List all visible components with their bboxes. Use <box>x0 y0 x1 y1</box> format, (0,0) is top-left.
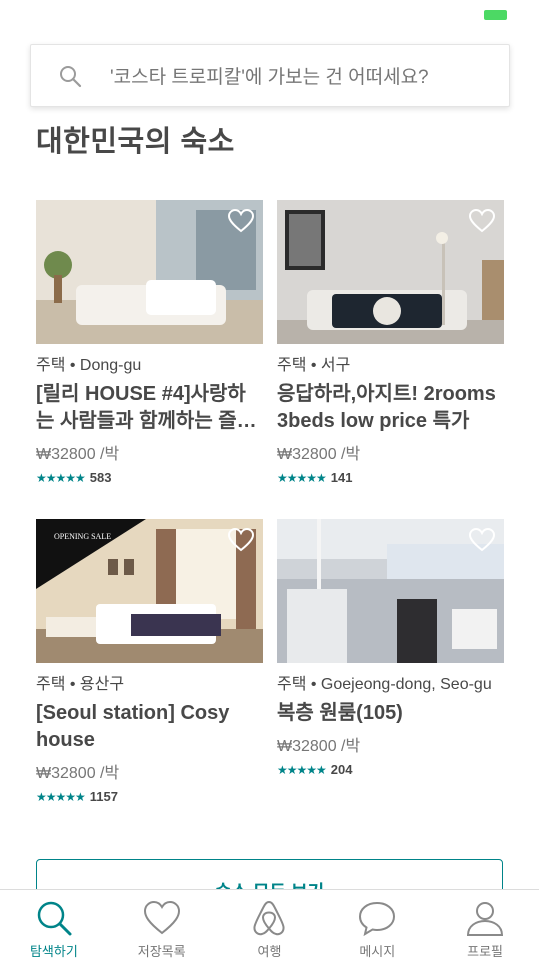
review-count: 583 <box>89 470 112 485</box>
listing-rating: ★★★★★ 1157 <box>36 789 263 804</box>
tab-explore[interactable]: 탐색하기 <box>0 890 108 960</box>
listing-name[interactable]: 응답하라,아지트! 2rooms 3beds low price 특가 <box>277 381 504 435</box>
heart-icon <box>143 900 180 935</box>
tab-trips[interactable]: 여행 <box>216 890 324 960</box>
listing-name[interactable]: 복층 원룸(105) <box>277 700 504 727</box>
tab-saved[interactable]: 저장목록 <box>108 890 216 960</box>
listing-meta: 주택 • 용산구 <box>36 676 125 693</box>
tab-label: 저장목록 <box>137 944 186 959</box>
heart-icon[interactable] <box>469 528 495 552</box>
listing-name[interactable]: [릴리 HOUSE #4]사랑하는 사람들과 함께하는 즐… <box>36 381 263 435</box>
listing-card[interactable]: OPENING SALE 주택 • 용산구 [Seoul station] Co… <box>36 519 263 804</box>
listing-name[interactable]: [Seoul station] Cosy house <box>36 700 263 754</box>
tab-label: 메시지 <box>359 944 396 959</box>
star-rating-icon: ★★★★★ <box>277 762 327 777</box>
bottom-tab-bar: 탐색하기 저장목록 여행 메시지 프로필 <box>0 889 539 960</box>
search-icon <box>60 65 82 87</box>
tab-label: 프로필 <box>467 944 504 959</box>
listing-card[interactable]: 주택 • Goejeong-dong, Seo-gu 복층 원룸(105) ₩3… <box>277 519 504 777</box>
listing-photo[interactable] <box>277 200 504 344</box>
review-count: 204 <box>330 762 353 777</box>
listing-photo[interactable] <box>277 519 504 663</box>
listing-card[interactable]: 주택 • 서구 응답하라,아지트! 2rooms 3beds low price… <box>277 200 504 485</box>
search-icon <box>37 901 72 936</box>
search-placeholder: '코스타 트로피칼'에 가보는 건 어떠세요? <box>110 67 429 88</box>
listing-rating: ★★★★★ 141 <box>277 470 504 485</box>
heart-icon[interactable] <box>228 209 254 233</box>
listing-price: ₩32800 /박 <box>277 446 361 463</box>
tab-profile[interactable]: 프로필 <box>431 890 539 960</box>
star-rating-icon: ★★★★★ <box>277 470 327 485</box>
listing-rating: ★★★★★ 204 <box>277 762 504 777</box>
listing-meta: 주택 • Dong-gu <box>36 357 142 374</box>
heart-icon[interactable] <box>228 528 254 552</box>
review-count: 141 <box>330 470 353 485</box>
listing-meta: 주택 • 서구 <box>277 357 351 374</box>
star-rating-icon: ★★★★★ <box>36 470 86 485</box>
photo-badge: OPENING SALE <box>54 532 112 541</box>
tab-label: 탐색하기 <box>29 944 78 959</box>
listing-rating: ★★★★★ 583 <box>36 470 263 485</box>
battery-indicator <box>484 10 507 20</box>
section-title: 대한민국의 숙소 <box>36 126 235 158</box>
listing-price: ₩32800 /박 <box>277 738 361 755</box>
airbnb-logo-icon <box>253 900 285 936</box>
tab-messages[interactable]: 메시지 <box>323 890 431 960</box>
listing-price: ₩32800 /박 <box>36 765 120 782</box>
profile-icon <box>467 902 504 936</box>
listing-photo[interactable]: OPENING SALE <box>36 519 263 663</box>
message-icon <box>359 901 396 937</box>
listing-meta: 주택 • Goejeong-dong, Seo-gu <box>277 676 492 693</box>
listing-price: ₩32800 /박 <box>36 446 120 463</box>
listing-photo[interactable] <box>36 200 263 344</box>
tab-label: 여행 <box>257 944 282 959</box>
heart-icon[interactable] <box>469 209 495 233</box>
listing-card[interactable]: 주택 • Dong-gu [릴리 HOUSE #4]사랑하는 사람들과 함께하는… <box>36 200 263 485</box>
review-count: 1157 <box>89 789 118 804</box>
star-rating-icon: ★★★★★ <box>36 789 86 804</box>
search-bar[interactable]: '코스타 트로피칼'에 가보는 건 어떠세요? <box>30 44 510 107</box>
